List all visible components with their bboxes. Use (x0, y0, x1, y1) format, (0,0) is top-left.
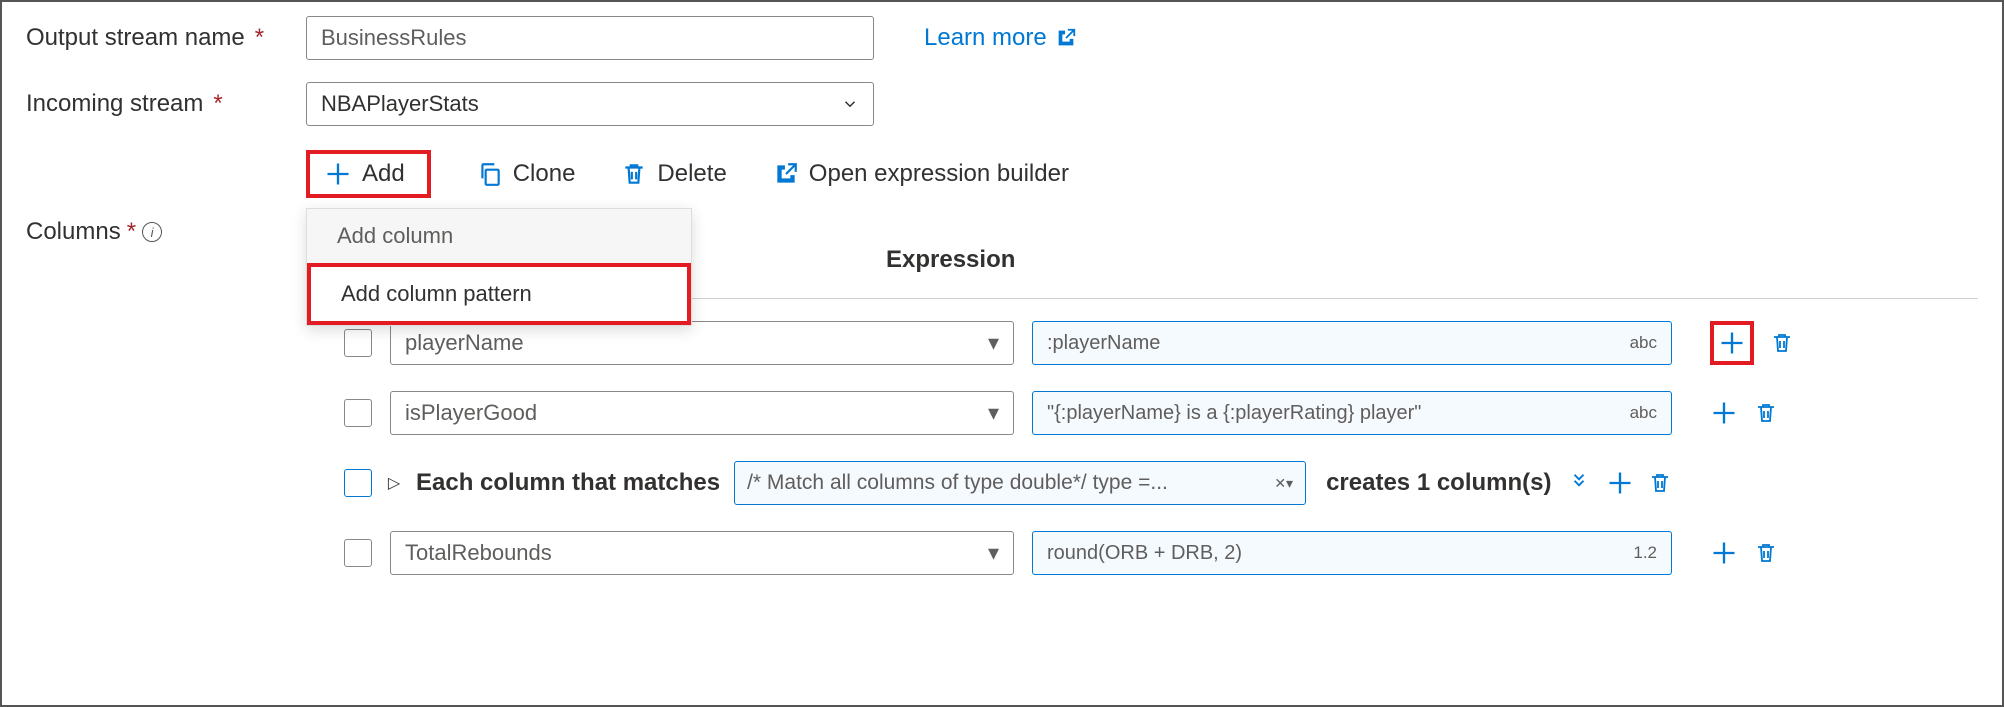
expression-value: "{:playerName} is a {:playerRating} play… (1047, 402, 1421, 425)
clear-icon[interactable]: ✕▾ (1274, 475, 1293, 492)
column-name-value: isPlayerGood (405, 400, 537, 426)
row-checkbox[interactable] (344, 539, 372, 567)
expression-value: round(ORB + DRB, 2) (1047, 542, 1242, 565)
pattern-suffix-text: creates 1 column(s) (1326, 469, 1551, 497)
column-name-value: TotalRebounds (405, 540, 552, 566)
expression-input[interactable]: "{:playerName} is a {:playerRating} play… (1032, 391, 1672, 435)
learn-more-link[interactable]: Learn more (924, 24, 1077, 52)
add-button[interactable]: Add (306, 150, 431, 198)
learn-more-text: Learn more (924, 24, 1047, 52)
add-row-icon[interactable] (1710, 399, 1738, 427)
column-row: playerName ▾ :playerName abc (306, 321, 1978, 365)
plus-icon (1718, 329, 1746, 357)
menu-add-column-pattern[interactable]: Add column pattern (307, 263, 691, 325)
clone-button-label: Clone (513, 160, 576, 188)
column-name-value: playerName (405, 330, 524, 356)
delete-row-icon[interactable] (1770, 330, 1794, 356)
required-asterisk: * (213, 90, 222, 118)
incoming-stream-label-text: Incoming stream (26, 90, 203, 118)
clone-icon (477, 161, 503, 187)
output-stream-label: Output stream name * (26, 24, 306, 52)
column-name-dropdown[interactable]: isPlayerGood ▾ (390, 391, 1014, 435)
open-expression-builder-button[interactable]: Open expression builder (773, 160, 1069, 188)
caret-down-icon: ▾ (988, 330, 999, 356)
chevron-double-down-icon[interactable] (1566, 470, 1592, 496)
add-button-label: Add (362, 160, 405, 188)
menu-add-column[interactable]: Add column (307, 209, 691, 263)
expression-header: Expression (886, 246, 1015, 274)
expression-input[interactable]: round(ORB + DRB, 2) 1.2 (1032, 531, 1672, 575)
output-stream-input[interactable] (306, 16, 874, 60)
expression-type-tag: abc (1630, 333, 1657, 353)
output-stream-label-text: Output stream name (26, 24, 245, 52)
incoming-stream-value: NBAPlayerStats (321, 91, 479, 117)
info-icon[interactable]: i (142, 222, 162, 242)
trash-icon (621, 160, 647, 188)
delete-button-label: Delete (657, 160, 726, 188)
open-builder-label: Open expression builder (809, 160, 1069, 188)
delete-row-icon[interactable] (1648, 470, 1672, 496)
pattern-match-expression[interactable]: /* Match all columns of type double*/ ty… (734, 461, 1306, 505)
expand-triangle-icon[interactable]: ▷ (386, 473, 402, 493)
caret-down-icon: ▾ (988, 400, 999, 426)
expression-value: :playerName (1047, 332, 1160, 355)
column-row: isPlayerGood ▾ "{:playerName} is a {:pla… (306, 391, 1978, 435)
row-checkbox[interactable] (344, 469, 372, 497)
column-row: TotalRebounds ▾ round(ORB + DRB, 2) 1.2 (306, 531, 1978, 575)
incoming-stream-label: Incoming stream * (26, 90, 306, 118)
clone-button[interactable]: Clone (477, 160, 576, 188)
open-builder-icon (773, 161, 799, 187)
row-checkbox[interactable] (344, 329, 372, 357)
column-name-dropdown[interactable]: TotalRebounds ▾ (390, 531, 1014, 575)
add-row-icon[interactable] (1606, 469, 1634, 497)
required-asterisk: * (255, 24, 264, 52)
plus-icon (324, 160, 352, 188)
row-checkbox[interactable] (344, 399, 372, 427)
chevron-down-icon (841, 95, 859, 113)
column-name-dropdown[interactable]: playerName ▾ (390, 321, 1014, 365)
pattern-prefix-text: Each column that matches (416, 469, 720, 497)
required-asterisk: * (127, 218, 136, 246)
expression-input[interactable]: :playerName abc (1032, 321, 1672, 365)
delete-button[interactable]: Delete (621, 160, 726, 188)
expression-type-tag: abc (1630, 403, 1657, 423)
pattern-match-value: /* Match all columns of type double*/ ty… (747, 471, 1168, 495)
pattern-row: ▷ Each column that matches /* Match all … (306, 461, 1978, 505)
caret-down-icon: ▾ (988, 540, 999, 566)
add-row-button-highlighted[interactable] (1710, 321, 1754, 365)
delete-row-icon[interactable] (1754, 400, 1778, 426)
add-dropdown-menu: Add column Add column pattern (306, 208, 692, 326)
add-row-icon[interactable] (1710, 539, 1738, 567)
incoming-stream-dropdown[interactable]: NBAPlayerStats (306, 82, 874, 126)
columns-label: Columns * i (26, 212, 306, 246)
expression-type-tag: 1.2 (1633, 543, 1657, 563)
external-link-icon (1055, 27, 1077, 49)
columns-label-text: Columns (26, 218, 121, 246)
delete-row-icon[interactable] (1754, 540, 1778, 566)
